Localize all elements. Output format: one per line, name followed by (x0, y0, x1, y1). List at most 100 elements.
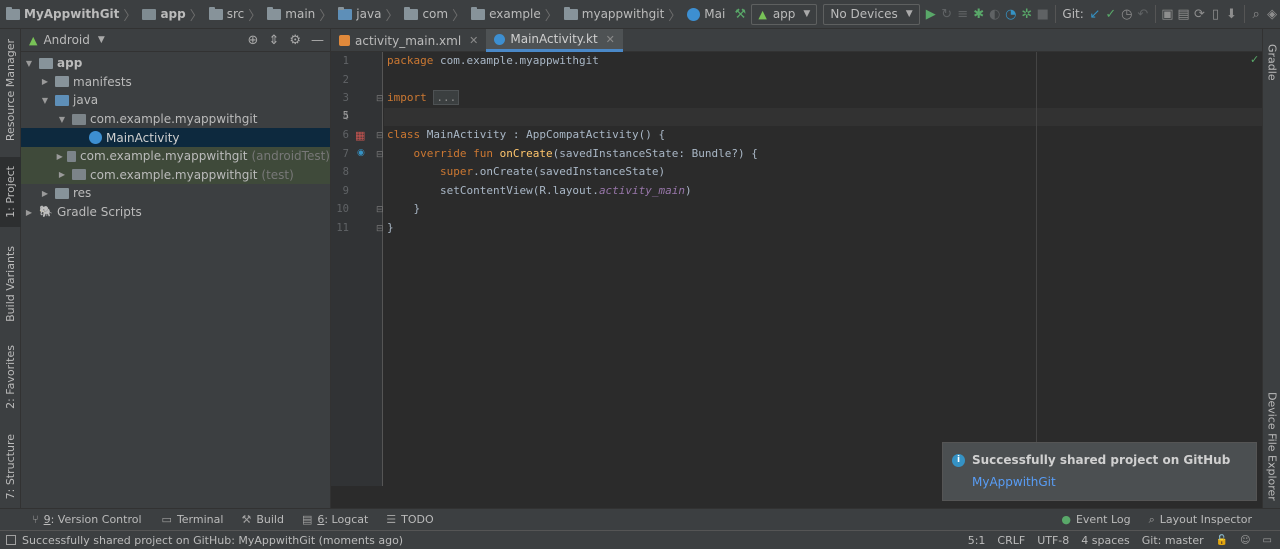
notification-link[interactable]: MyAppwithGit (972, 475, 1056, 489)
breadcrumb-java[interactable]: java (336, 0, 383, 28)
tab-favorites[interactable]: 2: Favorites (0, 341, 21, 413)
module-icon (142, 8, 157, 20)
chevron-down-icon[interactable]: ▼ (39, 96, 51, 105)
code-editor[interactable]: package com.example.myappwithgit import … (384, 52, 1262, 486)
breadcrumb-main[interactable]: main (265, 0, 317, 28)
attach-process-icon[interactable]: ✲ (1020, 2, 1034, 26)
git-commit-icon[interactable]: ✓ (1104, 2, 1118, 26)
caret-position[interactable]: 5:1 (968, 534, 986, 547)
tab-activity-main-xml[interactable]: activity_main.xml ✕ (331, 29, 486, 52)
fold-icon[interactable]: ⊟ (376, 150, 384, 160)
line-number: 10 (336, 203, 349, 215)
tab-terminal[interactable]: ▭ Terminal (162, 513, 224, 526)
tree-item-package[interactable]: ▼ com.example.myappwithgit (21, 110, 330, 129)
fold-icon[interactable]: ⊟ (376, 205, 384, 215)
breadcrumb-myappwithgit[interactable]: myappwithgit (562, 0, 667, 28)
chevron-right-icon[interactable]: ▶ (39, 77, 51, 86)
tree-item-mainactivity[interactable]: MainActivity (21, 128, 330, 147)
hammer-icon[interactable]: ⚒ (733, 2, 747, 26)
sdk-manager-icon[interactable]: ▤ (1176, 2, 1190, 26)
tab-layout-inspector[interactable]: ⌕ Layout Inspector (1149, 513, 1252, 527)
sdk-download-icon[interactable]: ⬇ (1225, 2, 1239, 26)
device-select[interactable]: No Devices ▼ (823, 3, 920, 25)
git-branch[interactable]: Git: master (1142, 534, 1204, 547)
project-structure-icon[interactable]: ▣ (1160, 2, 1174, 26)
tab-build-variants[interactable]: Build Variants (0, 239, 21, 329)
tree-item-app[interactable]: ▼ app (21, 54, 330, 73)
status-message[interactable]: Successfully shared project on GitHub: M… (22, 534, 403, 547)
breadcrumb-app[interactable]: app (140, 0, 187, 28)
tab-build[interactable]: ⚒ Build (241, 513, 284, 526)
tree-item-java[interactable]: ▼ java (21, 91, 330, 110)
debug-icon[interactable]: ✱ (972, 2, 986, 26)
tab-structure[interactable]: 7: Structure (0, 429, 21, 505)
line-separator[interactable]: CRLF (997, 534, 1025, 547)
indent-setting[interactable]: 4 spaces (1081, 534, 1130, 547)
tab-todo[interactable]: ☰ TODO (386, 513, 433, 526)
folded-imports[interactable]: ... (433, 90, 460, 105)
tab-mainactivity-kt[interactable]: MainActivity.kt ✕ (486, 29, 623, 52)
chevron-right-icon[interactable]: ▶ (39, 189, 51, 198)
chevron-right-icon[interactable]: ▶ (56, 152, 63, 161)
tree-item-package-test[interactable]: ▶ com.example.myappwithgit (test) (21, 165, 330, 185)
tab-device-file-explorer[interactable]: Device File Explorer (1263, 389, 1280, 504)
source-folder-icon (338, 6, 353, 20)
tab-event-log[interactable]: ● Event Log (1061, 513, 1130, 526)
code-line: setContentView(R.layout.activity_main) (439, 184, 692, 197)
close-icon[interactable]: ✕ (469, 34, 478, 47)
profile-icon[interactable]: ◔ (1004, 2, 1018, 26)
tab-logcat[interactable]: ▤ 6: Logcat (302, 513, 368, 526)
fold-icon[interactable]: ⊟ (376, 224, 384, 234)
breadcrumb-example[interactable]: example (469, 0, 543, 28)
run-icon[interactable]: ▶ (924, 2, 938, 26)
breadcrumb-project[interactable]: MyAppwithGit (0, 0, 121, 28)
avd-manager-icon[interactable]: ▯ (1208, 2, 1222, 26)
sync-gradle-icon[interactable]: ⟳ (1192, 2, 1206, 26)
hector-icon[interactable]: ☺ (1240, 535, 1250, 546)
line-number: 11 (336, 222, 349, 234)
close-icon[interactable]: ✕ (606, 33, 615, 46)
tree-item-manifests[interactable]: ▶ manifests (21, 73, 330, 92)
tab-resource-manager[interactable]: Resource Manager (0, 35, 21, 145)
breadcrumb-src[interactable]: src (207, 0, 247, 28)
breadcrumb-com[interactable]: com (402, 0, 450, 28)
git-history-icon[interactable]: ◷ (1120, 2, 1134, 26)
lock-icon[interactable]: 🔓 (1216, 535, 1228, 546)
git-update-icon[interactable]: ↙ (1088, 2, 1102, 26)
collapse-all-icon[interactable]: ⇕ (268, 33, 279, 48)
breadcrumb-mainactivity[interactable]: Mai (685, 0, 727, 28)
chevron-right-icon[interactable]: ▶ (56, 170, 68, 179)
tree-item-gradle-scripts[interactable]: ▶ 🐘 Gradle Scripts (21, 203, 330, 222)
stop-icon[interactable]: ■ (1036, 2, 1050, 26)
chevron-down-icon[interactable]: ▼ (23, 59, 35, 68)
notifications-icon[interactable]: ▭ (1263, 535, 1272, 546)
gear-icon[interactable]: ⚙ (289, 33, 301, 48)
chevron-right-icon[interactable]: ▶ (23, 208, 35, 217)
chevron-down-icon[interactable]: ▼ (56, 115, 68, 124)
toggle-tool-windows-icon[interactable] (6, 535, 16, 545)
editor-tab-bar: activity_main.xml ✕ MainActivity.kt ✕ (331, 29, 1262, 52)
ide-update-icon[interactable]: ◈ (1265, 2, 1279, 26)
git-rollback-icon[interactable]: ↶ (1136, 2, 1150, 26)
override-method-icon[interactable]: ◉ (357, 148, 365, 158)
tree-item-res[interactable]: ▶ res (21, 184, 330, 203)
project-panel: ▲ Android ▼ ⊕ ⇕ ⚙ — ▼ app ▶ manifests ▼ … (21, 29, 331, 508)
tab-gradle[interactable]: Gradle (1263, 37, 1280, 87)
fold-icon[interactable]: ⊟ (376, 131, 384, 141)
tab-project[interactable]: 1: Project (0, 157, 21, 227)
search-icon[interactable]: ⌕ (1249, 2, 1263, 26)
locate-file-icon[interactable]: ⊕ (248, 33, 259, 48)
hide-panel-icon[interactable]: — (311, 33, 324, 48)
attach-debugger-icon[interactable]: ◐ (988, 2, 1002, 26)
run-class-icon[interactable]: ▦ (355, 129, 365, 142)
file-encoding[interactable]: UTF-8 (1037, 534, 1069, 547)
inspection-ok-icon[interactable]: ✓ (1250, 53, 1259, 66)
project-view-select[interactable]: Android (43, 33, 89, 47)
fold-icon[interactable]: ⊟ (376, 94, 384, 104)
tree-item-package-androidtest[interactable]: ▶ com.example.myappwithgit (androidTest) (21, 146, 330, 166)
apply-code-changes-icon[interactable]: ≡ (956, 2, 970, 26)
run-config-select[interactable]: ▲ app ▼ (751, 3, 818, 25)
tab-version-control[interactable]: ⑂ 9: Version Control (32, 513, 142, 526)
chevron-down-icon[interactable]: ▼ (98, 35, 105, 45)
apply-changes-icon[interactable]: ↻ (940, 2, 954, 26)
